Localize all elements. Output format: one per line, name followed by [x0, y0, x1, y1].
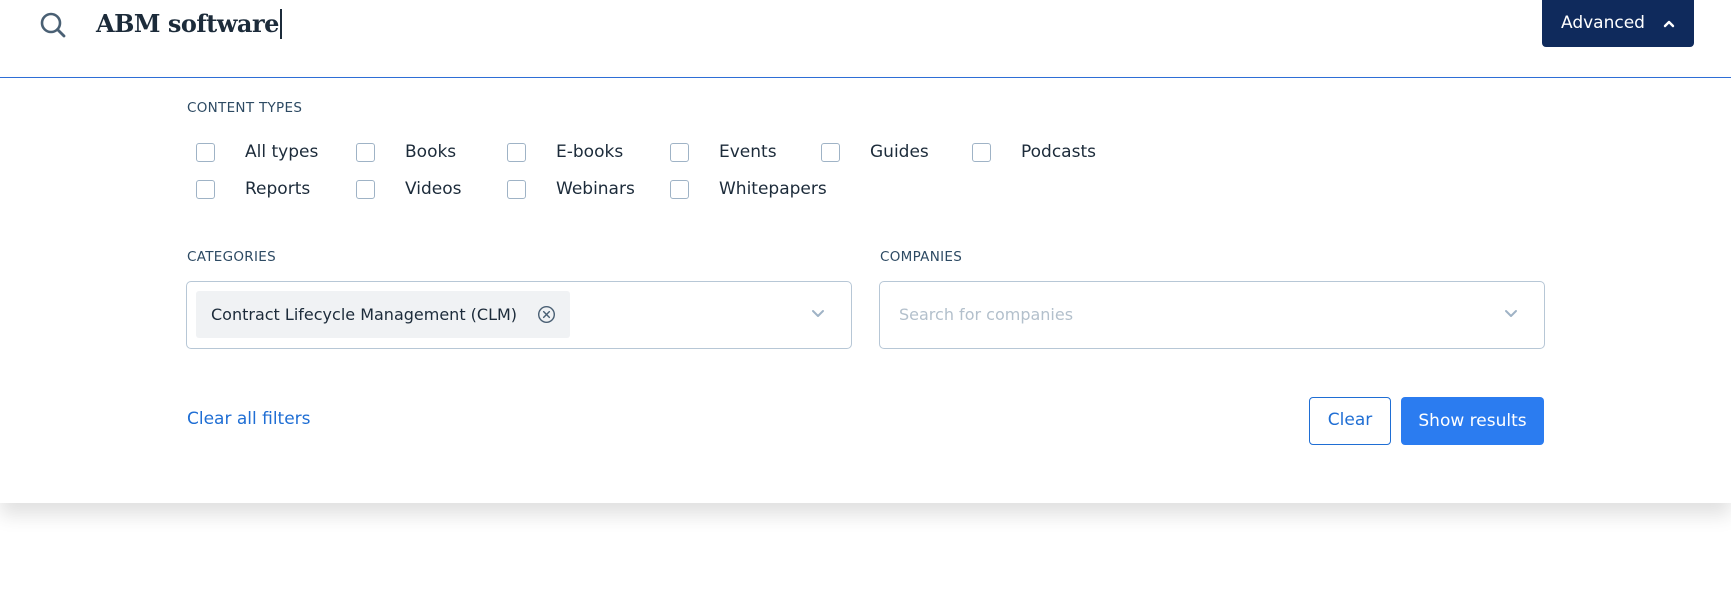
- checkbox-label: All types: [245, 142, 319, 162]
- checkbox-guides[interactable]: Guides: [821, 141, 929, 163]
- checkbox-label: Webinars: [556, 179, 635, 199]
- chevron-up-icon: [1663, 20, 1675, 28]
- checkbox-all-types[interactable]: All types: [196, 141, 318, 163]
- checkbox-label: Podcasts: [1021, 142, 1096, 162]
- checkbox-box[interactable]: [356, 179, 375, 199]
- checkbox-box[interactable]: [670, 179, 689, 199]
- advanced-button-label: Advanced: [1561, 13, 1645, 33]
- checkbox-box[interactable]: [821, 142, 840, 162]
- checkbox-reports[interactable]: Reports: [196, 178, 310, 200]
- checkbox-label: Events: [719, 142, 777, 162]
- checkbox-box[interactable]: [196, 179, 215, 199]
- advanced-toggle-button[interactable]: Advanced: [1542, 0, 1694, 47]
- checkbox-box[interactable]: [507, 179, 526, 199]
- checkbox-label: Whitepapers: [719, 179, 827, 199]
- checkbox-label: E-books: [556, 142, 624, 162]
- checkbox-label: Guides: [870, 142, 929, 162]
- checkbox-box[interactable]: [670, 142, 689, 162]
- checkbox-videos[interactable]: Videos: [356, 178, 462, 200]
- checkbox-box[interactable]: [356, 142, 375, 162]
- show-results-button[interactable]: Show results: [1401, 397, 1544, 445]
- text-caret: [279, 8, 282, 39]
- companies-search-input[interactable]: Search for companies: [899, 282, 1073, 347]
- checkbox-books[interactable]: Books: [356, 141, 456, 163]
- checkbox-webinars[interactable]: Webinars: [507, 178, 635, 200]
- clear-button[interactable]: Clear: [1309, 397, 1391, 445]
- chevron-down-icon[interactable]: [1504, 309, 1518, 319]
- checkbox-label: Reports: [245, 179, 311, 199]
- checkbox-label: Books: [405, 142, 457, 162]
- checkbox-events[interactable]: Events: [670, 141, 777, 163]
- content-types-heading: CONTENT TYPES: [187, 100, 303, 116]
- companies-select[interactable]: Search for companies: [879, 281, 1545, 349]
- checkbox-box[interactable]: [196, 142, 215, 162]
- category-chip-label: Contract Lifecycle Management (CLM): [211, 305, 518, 324]
- checkbox-label: Videos: [405, 179, 462, 199]
- companies-heading: COMPANIES: [880, 249, 963, 265]
- search-input[interactable]: ABM software: [96, 6, 282, 42]
- chevron-down-icon[interactable]: [811, 309, 825, 319]
- categories-heading: CATEGORIES: [187, 249, 276, 265]
- search-icon[interactable]: [38, 10, 68, 40]
- clear-all-filters-link[interactable]: Clear all filters: [187, 409, 311, 429]
- category-chip: Contract Lifecycle Management (CLM): [196, 291, 571, 338]
- checkbox-box[interactable]: [507, 142, 526, 162]
- search-query: ABM software: [96, 9, 279, 38]
- search-bar: ABM software Advanced: [0, 0, 1731, 78]
- checkbox-e-books[interactable]: E-books: [507, 141, 623, 163]
- categories-select[interactable]: Contract Lifecycle Management (CLM): [186, 281, 852, 349]
- checkbox-box[interactable]: [972, 142, 991, 162]
- checkbox-podcasts[interactable]: Podcasts: [972, 141, 1096, 163]
- remove-chip-icon[interactable]: [537, 305, 556, 324]
- checkbox-whitepapers[interactable]: Whitepapers: [670, 178, 827, 200]
